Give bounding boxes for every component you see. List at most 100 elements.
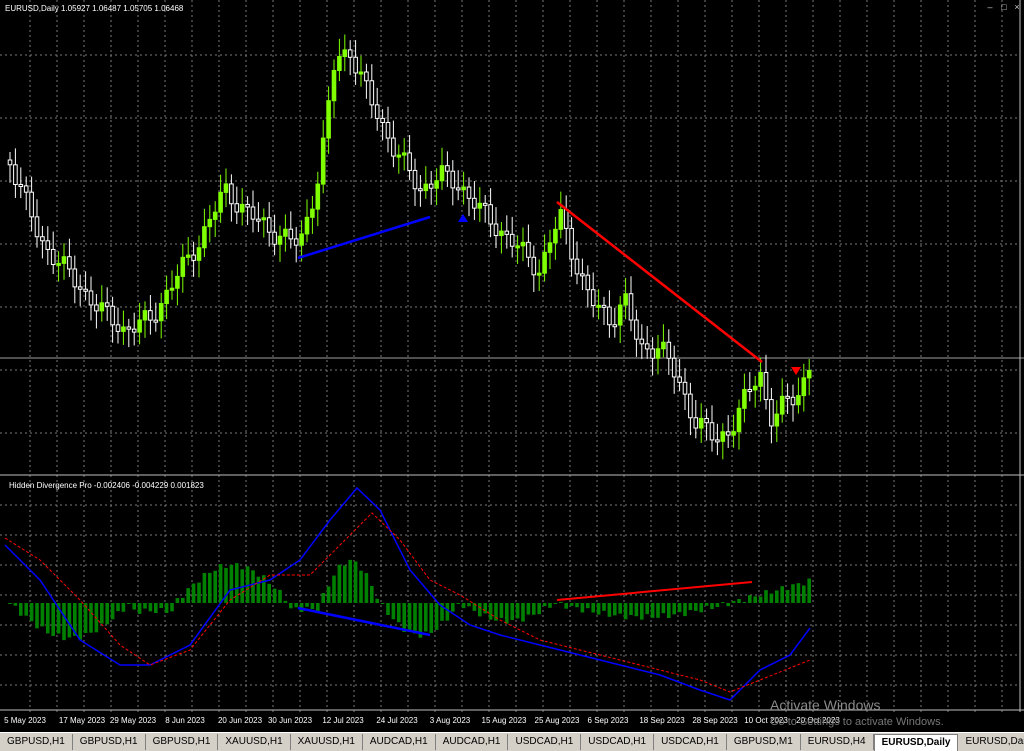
chart-area[interactable]: EURUSD,Daily 1.05927 1.06487 1.05705 1.0…: [0, 0, 1024, 732]
chart-tab[interactable]: EURUSD,Daily: [873, 734, 959, 751]
histogram-bar: [132, 603, 136, 610]
histogram-bar: [407, 603, 412, 631]
candle-body: [148, 310, 153, 321]
close-icon[interactable]: ×: [1011, 2, 1023, 12]
histogram-bar: [775, 590, 779, 603]
chart-tab[interactable]: XAUUSD,H1: [291, 734, 363, 750]
candle-body: [547, 242, 553, 253]
histogram-bar: [359, 570, 363, 603]
chart-tab[interactable]: AUDCAD,H1: [436, 734, 509, 750]
chart-tab[interactable]: USDCAD,H1: [508, 734, 582, 750]
candle-body: [7, 159, 13, 166]
histogram-bar: [402, 603, 406, 632]
histogram-bar: [116, 603, 120, 612]
candle-body: [29, 191, 34, 218]
candle-body: [434, 180, 439, 189]
candle-body: [499, 230, 504, 237]
chart-tab[interactable]: USDCAD,H1: [581, 734, 655, 750]
histogram-bar: [24, 603, 28, 616]
histogram-bar: [499, 603, 504, 618]
chart-tab[interactable]: XAUUSD,H1: [218, 734, 291, 750]
candle-body: [612, 324, 618, 328]
date-axis-label: 8 Jun 2023: [165, 716, 205, 725]
chart-tab[interactable]: GBPUSD,H1: [146, 734, 219, 750]
histogram-bar: [802, 585, 806, 603]
histogram-bar: [613, 603, 617, 616]
minimize-icon[interactable]: –: [984, 2, 996, 12]
histogram-bar: [305, 603, 309, 607]
activation-watermark-title: Activate Windows: [770, 697, 881, 713]
histogram-bar: [483, 603, 487, 614]
signal-line-solid: [4, 486, 811, 701]
histogram-bar: [580, 603, 585, 613]
histogram-bar: [650, 603, 655, 618]
candle-body: [601, 304, 607, 308]
date-axis-label: 25 Aug 2023: [534, 716, 580, 725]
histogram-bar: [505, 603, 509, 624]
candle-body: [72, 268, 78, 288]
candle-body: [380, 117, 385, 123]
candle-body: [553, 228, 558, 244]
candle-body: [23, 185, 29, 193]
histogram-bar: [715, 603, 720, 608]
candle-body: [536, 272, 542, 276]
candle-body: [212, 211, 218, 220]
candle-body: [45, 240, 51, 250]
candle-body: [229, 183, 234, 205]
candle-body: [369, 80, 375, 106]
candle-body: [412, 169, 418, 190]
candle-body: [796, 395, 801, 406]
chart-tab[interactable]: AUDCAD,H1: [363, 734, 436, 750]
histogram-bar: [62, 603, 66, 641]
candle-body: [115, 324, 121, 332]
histogram-bar: [623, 603, 628, 620]
date-axis-label: 12 Jul 2023: [322, 716, 364, 725]
chart-tab[interactable]: EURUSD,Daily: [958, 734, 1024, 750]
histogram-bar: [310, 603, 315, 609]
histogram-bar: [461, 603, 466, 609]
candle-body: [639, 338, 645, 345]
candle-body: [423, 183, 429, 192]
histogram-bar: [515, 603, 520, 619]
chart-tab[interactable]: GBPUSD,H1: [0, 734, 73, 750]
histogram-bar: [272, 588, 277, 603]
candle-body: [504, 230, 510, 235]
candle-body: [13, 164, 18, 186]
date-axis-label: 20 Jun 2023: [217, 716, 263, 725]
chart-canvas[interactable]: [0, 0, 1024, 732]
candle-body: [693, 417, 699, 429]
histogram-bar: [704, 603, 709, 606]
histogram-bar: [694, 603, 698, 611]
candle-body: [142, 310, 148, 321]
candle-body: [315, 183, 321, 210]
histogram-bar: [364, 573, 369, 603]
candle-body: [466, 186, 472, 199]
histogram-bar: [591, 603, 595, 613]
histogram-bar: [542, 603, 547, 607]
candle-body: [644, 343, 650, 350]
histogram-bar: [100, 603, 104, 624]
candle-body: [698, 417, 704, 429]
restore-icon[interactable]: □: [998, 2, 1010, 12]
histogram-bar: [618, 603, 622, 614]
candle-body: [774, 413, 780, 427]
candle-body: [261, 217, 267, 221]
chart-tab[interactable]: USDCAD,H1: [654, 734, 727, 750]
histogram-bar: [213, 570, 217, 603]
histogram-bar: [283, 600, 288, 603]
candle-body: [752, 385, 758, 391]
candle-body: [596, 304, 601, 308]
histogram-bar: [753, 596, 757, 603]
histogram-bar: [35, 603, 39, 629]
date-axis-label: 30 Jun 2023: [267, 716, 313, 725]
candle-body: [450, 170, 456, 189]
candle-body: [77, 286, 83, 290]
candle-body: [191, 254, 196, 261]
histogram-bar: [721, 602, 725, 604]
candle-body: [563, 209, 569, 229]
histogram-bar: [748, 595, 752, 603]
chart-tab[interactable]: EURUSD,H4: [801, 734, 874, 750]
histogram-bar: [40, 603, 45, 627]
chart-tab[interactable]: GBPUSD,H1: [73, 734, 146, 750]
chart-tab[interactable]: GBPUSD,M1: [727, 734, 801, 750]
